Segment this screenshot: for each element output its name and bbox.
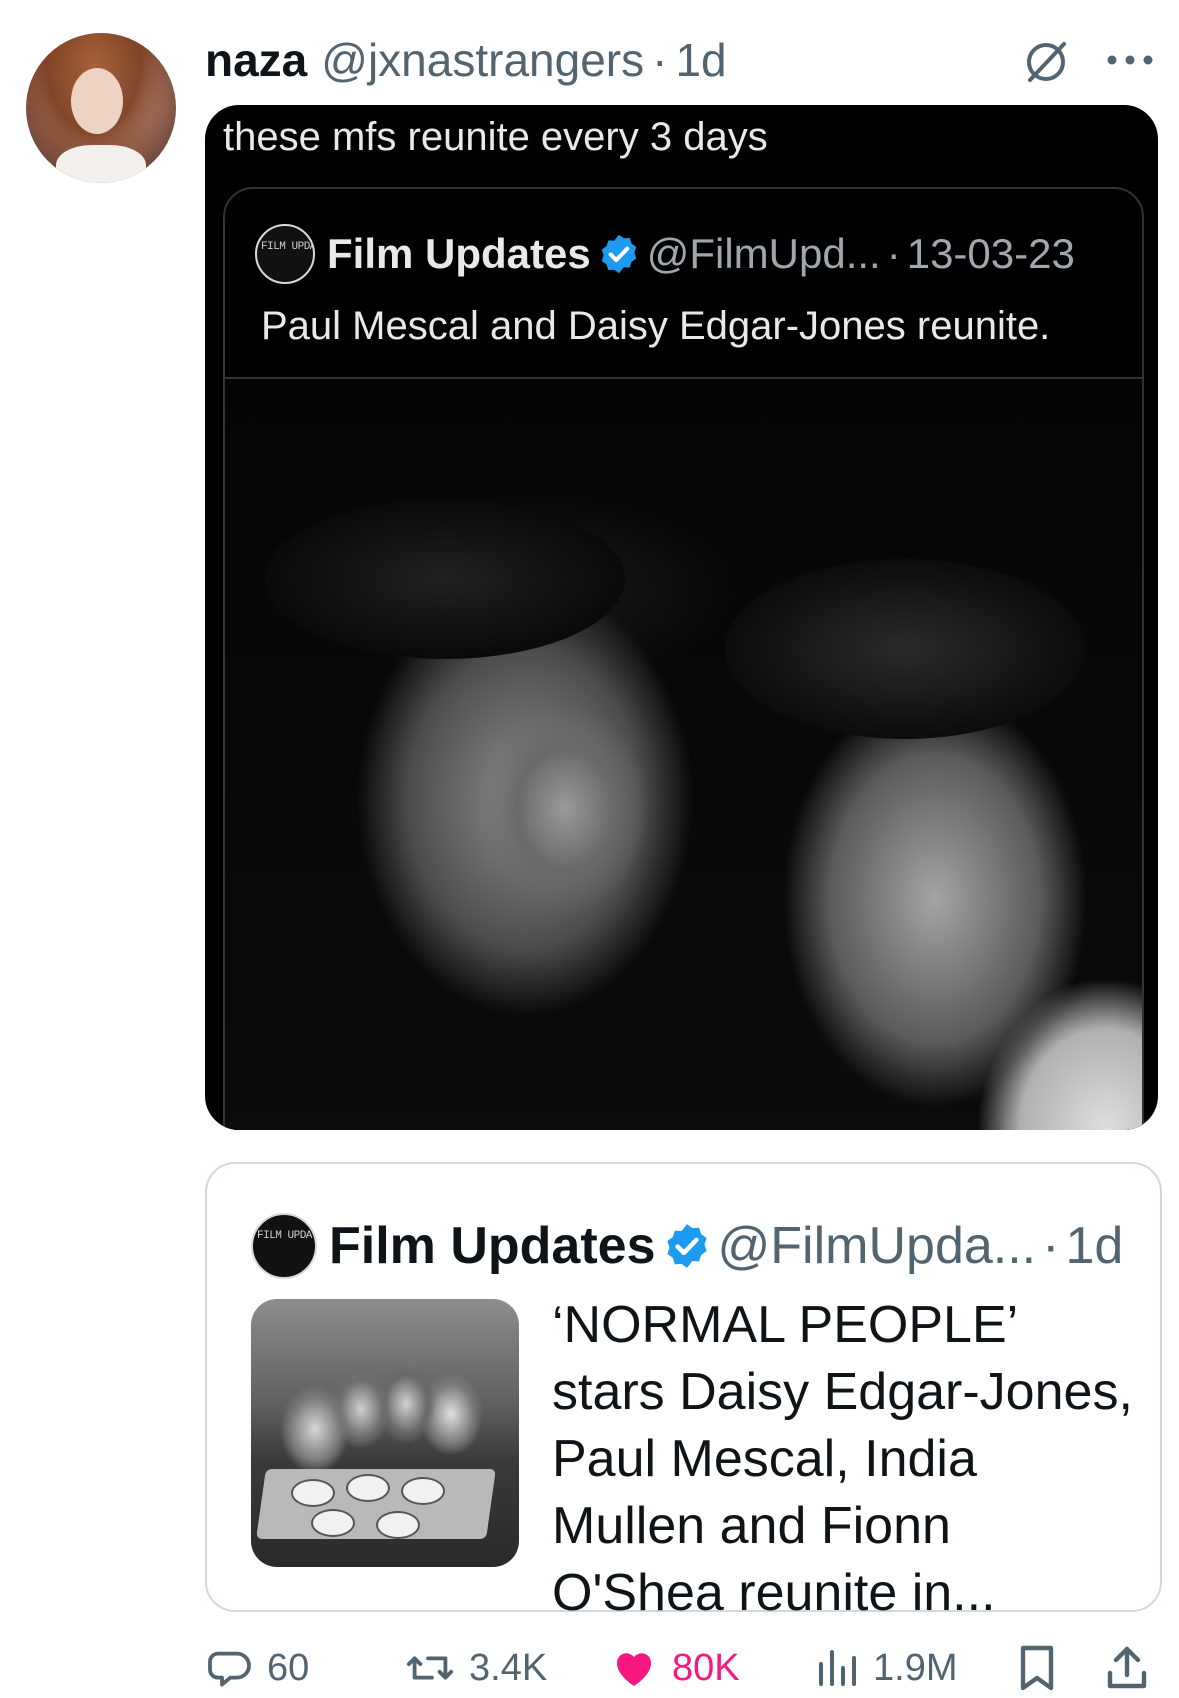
repost-count: 3.4K: [469, 1646, 548, 1689]
inner-quote-date: 13-03-23: [906, 230, 1075, 277]
selfie-photo: [225, 379, 1142, 1130]
repost-button[interactable]: 3.4K: [405, 1640, 547, 1696]
views-count: 1.9M: [873, 1646, 958, 1689]
separator-dot: ·: [1042, 1217, 1060, 1275]
verified-badge-icon: [601, 234, 636, 274]
verified-badge-icon: [666, 1224, 707, 1268]
quote-handle: @FilmUpda...: [717, 1217, 1037, 1275]
separator-dot: ·: [652, 34, 668, 86]
film-updates-logo-icon: FILM UPDATES: [255, 224, 315, 284]
reply-icon: [208, 1651, 251, 1687]
inner-quote-handle: @FilmUpd...: [646, 230, 881, 277]
reply-count: 60: [267, 1646, 310, 1689]
like-icon: [616, 1653, 652, 1686]
author-name[interactable]: naza: [205, 33, 307, 87]
screenshot-media[interactable]: these mfs reunite every 3 days FILM UPDA…: [205, 105, 1158, 1130]
quote-time: 1d: [1065, 1217, 1124, 1275]
views-button[interactable]: 1.9M: [815, 1640, 957, 1696]
views-icon: [819, 1650, 856, 1686]
quoted-post-card[interactable]: FILM UPDATES Film Updates @FilmUpda... ·…: [205, 1162, 1162, 1622]
hide-icon[interactable]: [1020, 36, 1072, 88]
inner-quoted-post: FILM UPDATES Film Updates @FilmUpd... · …: [223, 187, 1144, 1130]
quote-author-name: Film Updates: [329, 1217, 656, 1275]
film-updates-logo-icon: FILM UPDATES: [251, 1213, 317, 1279]
author-avatar[interactable]: [26, 33, 176, 183]
bookmark-icon: [1020, 1645, 1054, 1691]
more-icon[interactable]: [1100, 42, 1160, 78]
like-count: 80K: [672, 1646, 740, 1689]
quote-header: FILM UPDATES Film Updates @FilmUpda... ·…: [251, 1206, 1123, 1286]
separator-dot: ·: [886, 230, 901, 277]
quote-thumbnail: [251, 1299, 519, 1567]
post-header: naza @jxnastrangers · 1d: [205, 30, 727, 90]
inner-quote-text: Paul Mescal and Daisy Edgar-Jones reunit…: [261, 304, 1051, 348]
like-button[interactable]: 80K: [610, 1640, 740, 1696]
quote-text: ‘NORMAL PEOPLE’ stars Daisy Edgar-Jones,…: [552, 1296, 1133, 1622]
bookmark-button[interactable]: [1015, 1640, 1073, 1696]
share-button[interactable]: [1105, 1640, 1163, 1696]
action-bar: 60 3.4K 80K 1.9M: [205, 1640, 1165, 1696]
reply-button[interactable]: 60: [205, 1640, 309, 1696]
post-time[interactable]: 1d: [675, 33, 726, 87]
post-text: these mfs reunite every 3 days: [223, 115, 768, 159]
author-handle[interactable]: @jxnastrangers: [321, 33, 644, 87]
share-icon: [1107, 1646, 1147, 1689]
inner-quote-header: FILM UPDATES Film Updates @FilmUpd... · …: [255, 224, 1075, 284]
repost-icon: [406, 1656, 454, 1680]
inner-quote-author-name: Film Updates: [327, 230, 591, 277]
